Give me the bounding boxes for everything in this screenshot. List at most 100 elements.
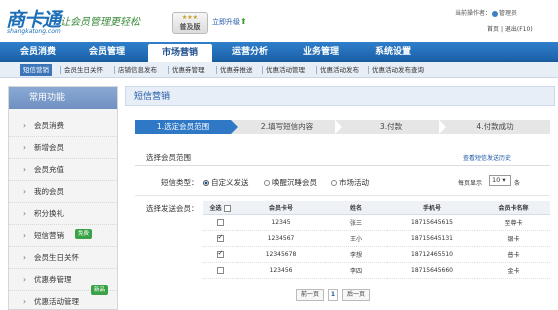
sidebar-item-label: 会员充值 — [34, 165, 64, 174]
sidebar-item-promotions[interactable]: › 优惠活动管理 新品 — [9, 285, 117, 310]
subnav-divider — [262, 66, 263, 74]
subnav-divider — [316, 66, 317, 74]
phone-cell: 18715645131 — [387, 230, 477, 247]
user-icon — [492, 10, 499, 17]
select-all-label: 全选 — [209, 204, 222, 212]
col-select-all[interactable]: 全选 — [203, 201, 237, 215]
sub-nav: 短信营销 会员生日关怀 店铺信息发布 优惠券管理 优惠券推送 优惠活动管理 优惠… — [0, 62, 558, 78]
phone-cell: 18715645660 — [387, 262, 477, 279]
divider — [135, 195, 550, 196]
row-checkbox[interactable] — [216, 249, 224, 258]
sms-history-link[interactable]: 查看短信发送历史 — [463, 153, 511, 162]
card-number-cell: 123456 — [237, 262, 325, 279]
radio-label: 自定义发送 — [211, 178, 249, 187]
table-row: 12345 张三 18715645615 至尊卡 — [203, 214, 550, 231]
radio-selected-icon — [203, 180, 209, 186]
edition-label: 普及版 — [179, 23, 201, 31]
phone-cell: 18712465510 — [387, 246, 477, 263]
link-separator: | — [500, 26, 503, 33]
chevron-right-icon: › — [23, 231, 26, 240]
row-checkbox-cell — [203, 246, 237, 263]
subnav-item-sms[interactable]: 短信营销 — [20, 64, 52, 76]
divider — [135, 165, 550, 166]
new-badge: 新品 — [91, 285, 109, 295]
nav-item-marketing[interactable]: 市场营销 — [148, 44, 212, 62]
nav-item-member-management[interactable]: 会员管理 — [76, 42, 138, 62]
chevron-right-icon: › — [23, 209, 26, 218]
per-page-select[interactable]: 10 ▾ — [489, 175, 511, 186]
row-checkbox[interactable] — [216, 266, 224, 274]
name-cell: 李四 — [325, 262, 387, 279]
table-row: 12345678 李想 18712465510 普卡 — [203, 246, 550, 263]
row-checkbox[interactable] — [216, 218, 224, 226]
card-number-cell: 1234567 — [237, 230, 325, 247]
sidebar-title: 常用功能 — [9, 87, 117, 109]
edition-badge: ★★★ 普及版 — [172, 12, 208, 34]
header-links: 首页 | 退出(F10) — [487, 24, 533, 33]
step-arrow-icon — [335, 120, 342, 134]
row-checkbox-cell — [203, 262, 237, 279]
sidebar-item-points[interactable]: › 积分换礼 — [9, 203, 117, 225]
subnav-item-promo-query[interactable]: 优惠活动发布查询 — [372, 62, 424, 78]
panel-header: 短信营销 — [125, 86, 555, 106]
upgrade-label: 立即升级 — [212, 18, 240, 26]
nav-item-analytics[interactable]: 运营分析 — [220, 42, 280, 62]
subnav-item-birthday[interactable]: 会员生日关怀 — [64, 62, 103, 78]
table-header-row: 全选 会员卡号 姓名 手机号 会员卡名称 — [203, 201, 550, 215]
sidebar-item-label: 会员生日关怀 — [34, 253, 79, 262]
radio-market-activity[interactable]: 市场活动 — [331, 177, 369, 188]
prev-page-button[interactable]: 前一页 — [296, 289, 324, 301]
main-panel: 短信营销 1.选定会员范围 2.填写短信内容 3.付款 4.付款成功 选择会员范… — [125, 86, 555, 310]
radio-wake-sleeping[interactable]: 唤醒沉睡会员 — [264, 177, 317, 188]
chevron-right-icon: › — [23, 165, 26, 174]
card-name-cell: 金卡 — [477, 262, 550, 279]
subnav-item-store-info[interactable]: 店铺信息发布 — [118, 62, 157, 78]
logout-link[interactable]: 退出(F10) — [505, 26, 533, 33]
radio-custom[interactable]: 自定义发送 — [203, 177, 249, 188]
name-cell: 张三 — [325, 214, 387, 231]
nav-item-member-consumption[interactable]: 会员消费 — [8, 42, 68, 62]
operator-info: 当前操作者： 管理员 — [455, 8, 517, 17]
upgrade-link[interactable]: 立即升级⬆ — [212, 17, 247, 27]
step-arrow-icon — [231, 120, 238, 134]
page-number[interactable]: 1 — [328, 289, 338, 301]
next-page-button[interactable]: 后一页 — [342, 289, 370, 301]
home-link[interactable]: 首页 — [487, 26, 499, 33]
app-header: 商卡通 shangkatong.com 让会员管理更轻松 ★★★ 普及版 立即升… — [0, 0, 558, 42]
sidebar-item-consumption[interactable]: › 会员消费 — [9, 115, 117, 137]
sidebar-item-sms[interactable]: › 短信营销 免费 — [9, 225, 117, 247]
col-phone: 手机号 — [387, 201, 477, 215]
phone-cell: 18715645615 — [387, 214, 477, 231]
nav-item-settings[interactable]: 系统设置 — [362, 42, 424, 62]
subnav-item-coupon-push[interactable]: 优惠券推送 — [220, 62, 253, 78]
card-name-cell: 至尊卡 — [477, 214, 550, 231]
sidebar-item-recharge[interactable]: › 会员充值 — [9, 159, 117, 181]
subnav-item-promo-mgmt[interactable]: 优惠活动管理 — [266, 62, 305, 78]
arrow-up-icon: ⬆ — [240, 17, 247, 26]
section-label: 选择会员范围 — [146, 153, 191, 162]
sidebar-item-my-members[interactable]: › 我的会员 — [9, 181, 117, 203]
sidebar: 常用功能 › 会员消费 › 新增会员 › 会员充值 › 我的会员 › 积分换礼 › 短信营销… — [8, 86, 118, 310]
operator-label: 当前操作者： — [455, 10, 492, 17]
chevron-right-icon: › — [23, 187, 26, 196]
sidebar-item-new-member[interactable]: › 新增会员 — [9, 137, 117, 159]
name-cell: 王小 — [325, 230, 387, 247]
step-3: 3.付款 — [379, 122, 403, 131]
sidebar-item-birthday[interactable]: › 会员生日关怀 — [9, 247, 117, 269]
sms-type-label: 短信类型： — [161, 178, 199, 187]
subnav-item-promo-publish[interactable]: 优惠活动发布 — [320, 62, 359, 78]
subnav-item-coupon-mgmt[interactable]: 优惠券管理 — [172, 62, 205, 78]
card-name-cell: 银卡 — [477, 230, 550, 247]
chevron-right-icon: › — [23, 275, 26, 284]
nav-item-business[interactable]: 业务管理 — [290, 42, 352, 62]
free-badge: 免费 — [75, 229, 93, 239]
table-row: 123456 李四 18715645660 金卡 — [203, 262, 550, 279]
per-page-value: 10 — [492, 176, 501, 184]
member-table: 全选 会员卡号 姓名 手机号 会员卡名称 12345 张三 1871564561… — [203, 201, 550, 279]
logo-domain: shangkatong.com — [7, 28, 61, 35]
select-all-checkbox[interactable] — [223, 204, 231, 212]
card-number-cell: 12345678 — [237, 246, 325, 263]
row-checkbox[interactable] — [216, 233, 224, 242]
per-page-unit: 条 — [514, 180, 521, 187]
row-checkbox-cell — [203, 214, 237, 231]
